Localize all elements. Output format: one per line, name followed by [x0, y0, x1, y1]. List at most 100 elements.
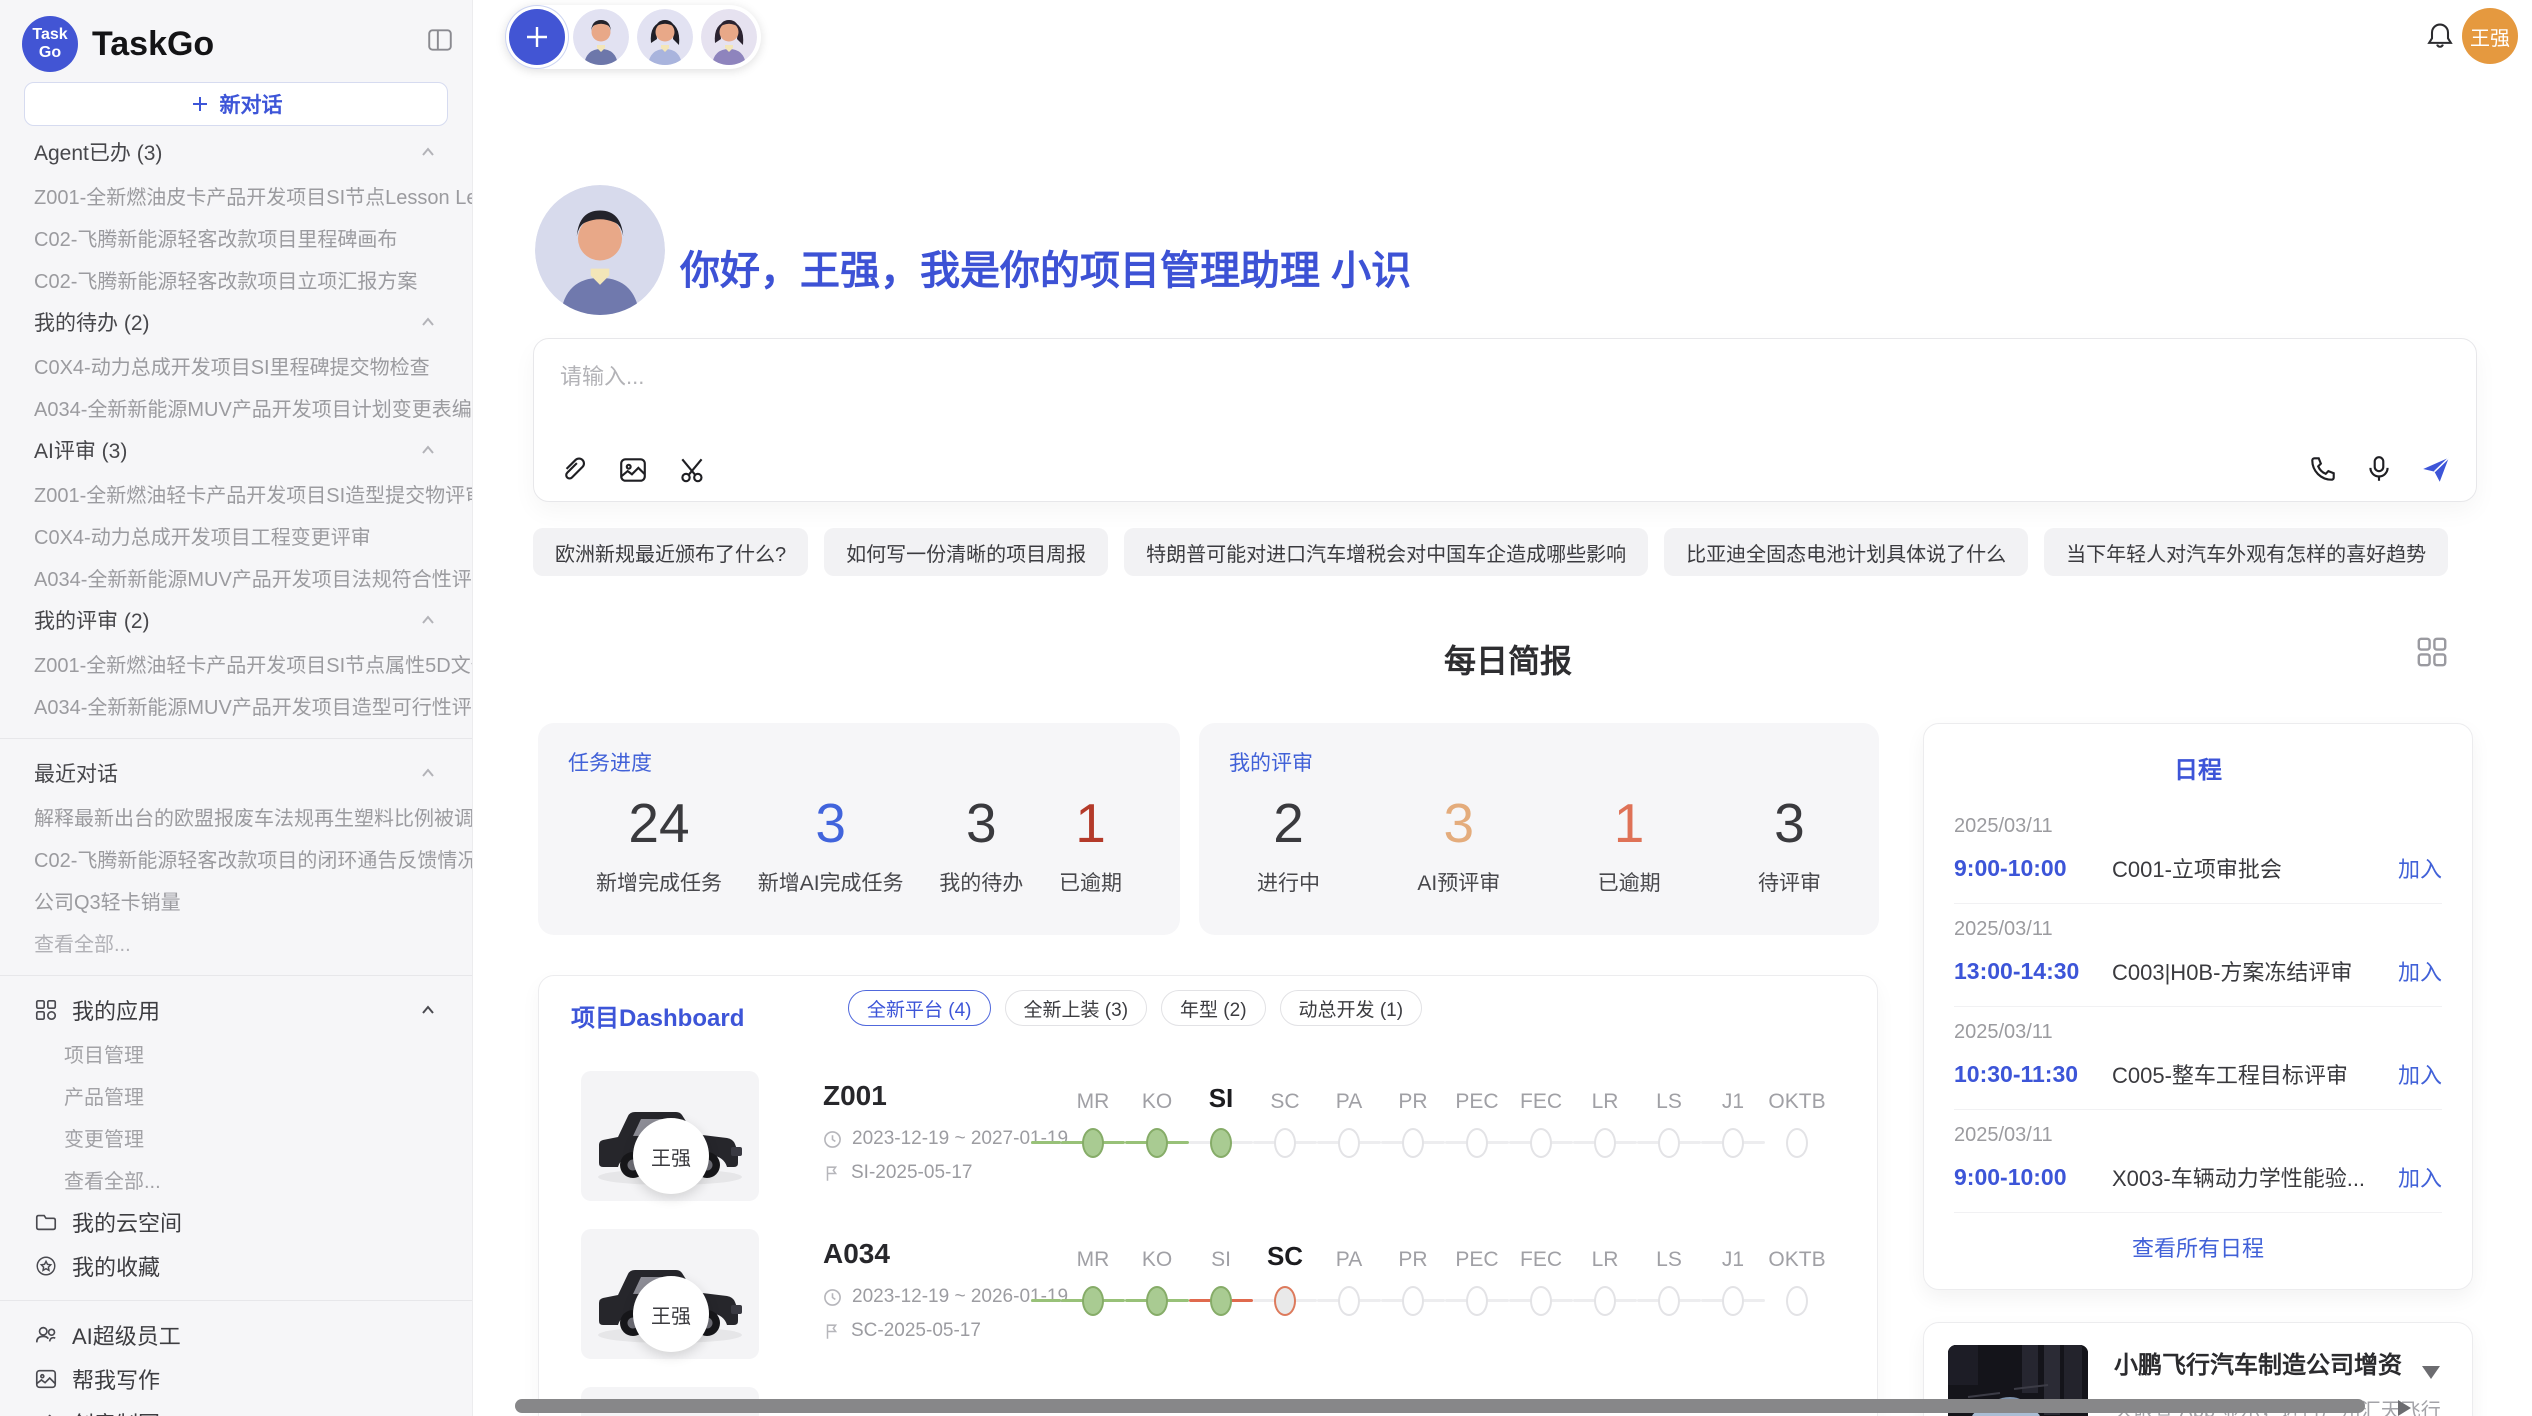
app-item[interactable]: 产品管理 [0, 1074, 472, 1116]
milestone-node [1082, 1128, 1104, 1158]
briefing-stat: 3我的待办 [939, 791, 1023, 897]
recent-chat-item[interactable]: C02-飞腾新能源轻客改款项目的闭环通告反馈情况 [0, 837, 472, 879]
milestone: OKTB [1765, 1068, 1829, 1158]
sidebar-section-header[interactable]: 我的评审 (2) [0, 598, 472, 642]
sidebar-item[interactable]: A034-全新新能源MUV产品开发项目造型可行性评审 [0, 684, 472, 726]
sidebar-tool-label: 创意制图 [72, 1407, 160, 1416]
scissors-icon[interactable] [678, 455, 708, 485]
milestone-label: MR [1077, 1226, 1110, 1278]
event-time: 10:30-11:30 [1954, 1061, 2112, 1088]
message-input[interactable] [560, 357, 2060, 397]
sidebar-link-folder[interactable]: 我的云空间 [0, 1200, 472, 1244]
add-member-button[interactable] [509, 9, 565, 65]
sidebar-item[interactable]: C0X4-动力总成开发项目SI里程碑提交物检查 [0, 344, 472, 386]
milestone: FEC [1509, 1068, 1573, 1158]
event-row: 9:00-10:00C001-立项审批会加入 [1954, 852, 2442, 884]
microphone-icon[interactable] [2364, 454, 2394, 484]
suggestion-chip[interactable]: 比亚迪全固态电池计划具体说了什么 [1664, 528, 2028, 576]
image-upload-icon[interactable] [618, 455, 648, 485]
divider [0, 1300, 472, 1301]
phone-icon[interactable] [2308, 454, 2338, 484]
composer-left-actions [558, 455, 708, 485]
logo-text-top: Task [32, 26, 67, 44]
dashboard-tab[interactable]: 动总开发 (1) [1280, 990, 1423, 1026]
suggestion-chip[interactable]: 欧洲新规最近颁布了什么? [533, 528, 808, 576]
stat-value: 24 [596, 791, 722, 855]
suggestion-chip[interactable]: 如何写一份清晰的项目周报 [824, 528, 1108, 576]
sidebar-link-badge-star[interactable]: 我的收藏 [0, 1244, 472, 1288]
scroll-right-arrow-icon[interactable] [2398, 1400, 2411, 1416]
schedule-event[interactable]: 2025/03/119:00-10:00C001-立项审批会加入 [1954, 801, 2442, 904]
event-join-link[interactable]: 加入 [2398, 1161, 2442, 1193]
view-all-apps-link[interactable]: 查看全部... [0, 1158, 472, 1200]
layout-grid-icon[interactable] [2414, 634, 2450, 670]
milestone: LR [1573, 1226, 1637, 1316]
suggestion-chip[interactable]: 特朗普可能对进口汽车增税会对中国车企造成哪些影响 [1124, 528, 1648, 576]
picture-icon [34, 1367, 58, 1391]
grid-icon [34, 998, 58, 1022]
scroll-down-arrow-icon[interactable] [2422, 1366, 2440, 1379]
sidebar-section-header[interactable]: Agent已办 (3) [0, 130, 472, 174]
briefing-stats: 24新增完成任务3新增AI完成任务3我的待办1已逾期 [568, 791, 1150, 897]
milestone: OKTB [1765, 1226, 1829, 1316]
stat-label: 我的待办 [939, 867, 1023, 897]
my-apps-header[interactable]: 我的应用 [0, 988, 472, 1032]
user-name: 王强 [2470, 22, 2510, 51]
project-next-milestone: SI-2025-05-17 [823, 1162, 972, 1184]
sidebar-item[interactable]: C02-飞腾新能源轻客改款项目里程碑画布 [0, 216, 472, 258]
sidebar-section-header[interactable]: AI评审 (3) [0, 428, 472, 472]
dashboard-tab[interactable]: 全新平台 (4) [848, 990, 991, 1026]
suggestion-chip[interactable]: 当下年轻人对汽车外观有怎样的喜好趋势 [2044, 528, 2448, 576]
project-row[interactable]: 王强A0342023-12-19 ~ 2026-01-19SC-2025-05-… [539, 1214, 1877, 1372]
event-join-link[interactable]: 加入 [2398, 852, 2442, 884]
stat-label: 已逾期 [1598, 867, 1661, 897]
sidebar-tool-picture[interactable]: 帮我写作 [0, 1357, 472, 1401]
sidebar-item[interactable]: Z001-全新燃油轻卡产品开发项目SI节点属性5D文件评审 [0, 642, 472, 684]
member-avatar[interactable] [701, 9, 757, 65]
milestone-label: LS [1656, 1068, 1682, 1120]
view-all-schedule-link[interactable]: 查看所有日程 [1954, 1231, 2442, 1263]
schedule-event[interactable]: 2025/03/1113:00-14:30C003|H0B-方案冻结评审加入 [1954, 904, 2442, 1007]
milestone-node [1274, 1286, 1296, 1316]
recent-chats-header[interactable]: 最近对话 [0, 751, 472, 795]
my-apps-title: 我的应用 [72, 994, 404, 1026]
view-all-chats-link[interactable]: 查看全部... [0, 921, 472, 963]
milestone: J1 [1701, 1068, 1765, 1158]
sidebar-item[interactable]: A034-全新新能源MUV产品开发项目计划变更表编写 [0, 386, 472, 428]
milestone-node [1722, 1286, 1744, 1316]
project-next-milestone: SC-2025-05-17 [823, 1320, 981, 1342]
sidebar-item[interactable]: Z001-全新燃油轻卡产品开发项目SI造型提交物评审 [0, 472, 472, 514]
schedule-event[interactable]: 2025/03/1110:30-11:30C005-整车工程目标评审加入 [1954, 1007, 2442, 1110]
dashboard-tab[interactable]: 全新上装 (3) [1005, 990, 1148, 1026]
sidebar-item[interactable]: C0X4-动力总成开发项目工程变更评审 [0, 514, 472, 556]
attachment-icon[interactable] [558, 455, 588, 485]
horizontal-scrollbar[interactable] [515, 1399, 2365, 1413]
sidebar-section-header[interactable]: 我的待办 (2) [0, 300, 472, 344]
team-members-bar [505, 5, 761, 69]
app-item[interactable]: 项目管理 [0, 1032, 472, 1074]
sidebar-item[interactable]: C02-飞腾新能源轻客改款项目立项汇报方案 [0, 258, 472, 300]
dashboard-tab[interactable]: 年型 (2) [1161, 990, 1266, 1026]
app-item[interactable]: 变更管理 [0, 1116, 472, 1158]
new-chat-button[interactable]: 新对话 [24, 82, 448, 126]
sidebar-tool-users[interactable]: AI超级员工 [0, 1313, 472, 1357]
user-avatar[interactable]: 王强 [2462, 8, 2518, 64]
event-join-link[interactable]: 加入 [2398, 1058, 2442, 1090]
recent-chat-item[interactable]: 解释最新出台的欧盟报废车法规再生塑料比例被调至15%... [0, 795, 472, 837]
logo-text-bottom: Go [39, 44, 61, 62]
milestone-label: KO [1142, 1226, 1172, 1278]
sidebar-tool-pen[interactable]: 创意制图 [0, 1401, 472, 1416]
send-icon[interactable] [2420, 453, 2452, 485]
sidebar-item[interactable]: Z001-全新燃油皮卡产品开发项目SI节点Lesson Learn报告 [0, 174, 472, 216]
recent-chat-item[interactable]: 公司Q3轻卡销量 [0, 879, 472, 921]
sidebar-item[interactable]: A034-全新新能源MUV产品开发项目法规符合性评审 [0, 556, 472, 598]
project-row[interactable]: 王强Z0012023-12-19 ~ 2027-01-19SI-2025-05-… [539, 1056, 1877, 1214]
schedule-event[interactable]: 2025/03/119:00-10:00X003-车辆动力学性能验...加入 [1954, 1110, 2442, 1213]
notification-bell-icon[interactable] [2424, 20, 2456, 52]
event-name: C005-整车工程目标评审 [2112, 1058, 2398, 1090]
event-join-link[interactable]: 加入 [2398, 955, 2442, 987]
member-avatar[interactable] [573, 9, 629, 65]
member-avatar[interactable] [637, 9, 693, 65]
stat-value: 1 [1598, 791, 1661, 855]
collapse-sidebar-icon[interactable] [426, 26, 454, 54]
